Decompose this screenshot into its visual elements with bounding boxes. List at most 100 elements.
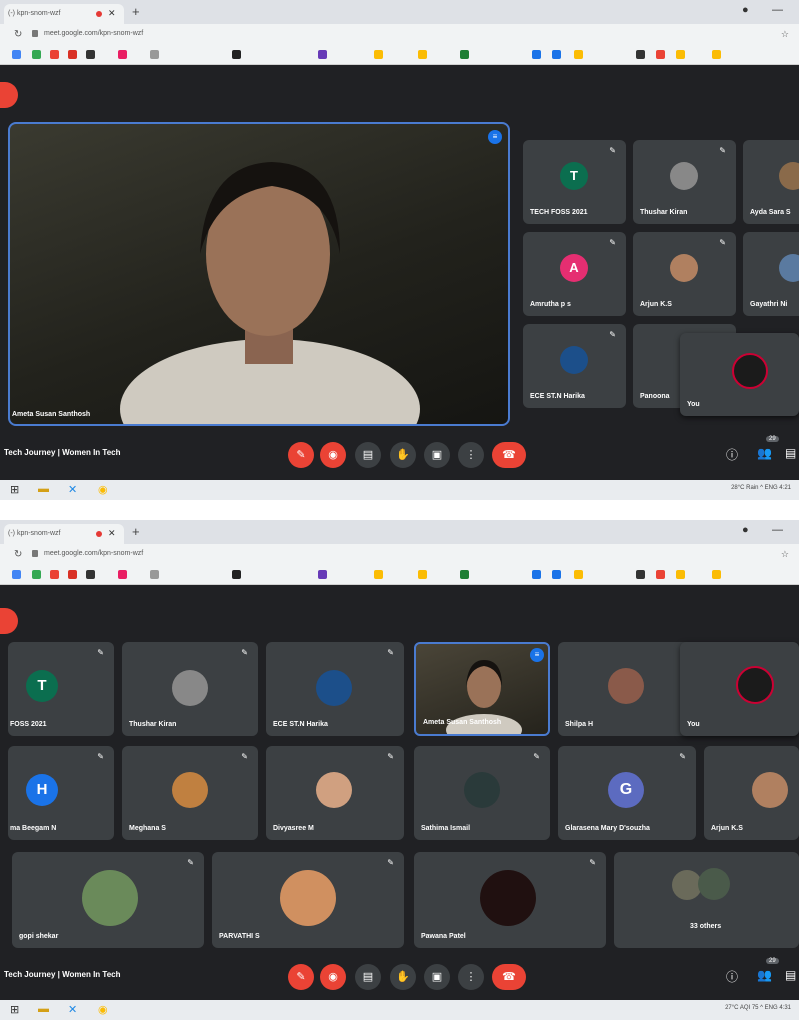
star-icon[interactable]: ☆: [781, 29, 789, 40]
present-button[interactable]: ▣: [424, 442, 450, 468]
bookmark-icon[interactable]: [532, 50, 541, 59]
people-icon[interactable]: 👥: [757, 968, 772, 982]
vscode-icon[interactable]: ✕: [68, 1003, 77, 1016]
participant-tile[interactable]: Ayda Sara S: [743, 140, 799, 224]
start-icon[interactable]: ⊞: [10, 483, 19, 496]
bookmark-icon[interactable]: [574, 50, 583, 59]
bookmark-icon[interactable]: [68, 570, 77, 579]
bookmark-icon[interactable]: [656, 50, 665, 59]
file-explorer-icon[interactable]: ▬: [38, 1003, 49, 1015]
browser-tab[interactable]: (-) kpn-snom-wzf ✕: [4, 524, 124, 544]
participant-tile[interactable]: ✎ Thushar Kiran: [633, 140, 736, 224]
participant-tile[interactable]: ✎ T TECH FOSS 2021: [523, 140, 626, 224]
participant-tile[interactable]: ✎ gopi shekar: [12, 852, 204, 948]
recording-badge[interactable]: [0, 82, 18, 108]
bookmark-icon[interactable]: [418, 570, 427, 579]
captions-button[interactable]: ▤: [355, 442, 381, 468]
participant-tile[interactable]: Shilpa H: [558, 642, 694, 736]
bookmark-icon[interactable]: [656, 570, 665, 579]
camera-toggle-button[interactable]: ◉: [320, 964, 346, 990]
chrome-icon[interactable]: ◉: [98, 1003, 108, 1016]
star-icon[interactable]: ☆: [781, 549, 789, 560]
bookmark-icon[interactable]: [712, 50, 721, 59]
profile-icon[interactable]: ●: [742, 524, 749, 536]
bookmark-icon[interactable]: [636, 570, 645, 579]
self-view-tile[interactable]: You: [680, 333, 799, 416]
url-text[interactable]: meet.google.com/kpn-snom-wzf: [44, 550, 143, 557]
raise-hand-button[interactable]: ✋: [390, 442, 416, 468]
mic-toggle-button[interactable]: ✎: [288, 442, 314, 468]
participant-tile[interactable]: Arjun K.S: [704, 746, 799, 840]
participant-tile[interactable]: ✎ Pawana Patel: [414, 852, 606, 948]
start-icon[interactable]: ⊞: [10, 1003, 19, 1016]
address-bar[interactable]: ↻ meet.google.com/kpn-snom-wzf ☆: [0, 24, 799, 46]
participant-tile[interactable]: ✎ Sathima Ismail: [414, 746, 550, 840]
minimize-icon[interactable]: —: [772, 4, 783, 16]
camera-toggle-button[interactable]: ◉: [320, 442, 346, 468]
bookmark-icon[interactable]: [676, 570, 685, 579]
bookmark-icon[interactable]: [118, 570, 127, 579]
bookmark-icon[interactable]: [460, 570, 469, 579]
bookmark-icon[interactable]: [12, 570, 21, 579]
file-explorer-icon[interactable]: ▬: [38, 483, 49, 495]
bookmark-icon[interactable]: [374, 570, 383, 579]
participant-tile[interactable]: ✎ Arjun K.S: [633, 232, 736, 316]
bookmark-icon[interactable]: [712, 570, 721, 579]
chat-icon[interactable]: ▤: [785, 968, 796, 982]
bookmark-icon[interactable]: [374, 50, 383, 59]
mic-toggle-button[interactable]: ✎: [288, 964, 314, 990]
chrome-icon[interactable]: ◉: [98, 483, 108, 496]
participant-tile[interactable]: ✎ PARVATHI S: [212, 852, 404, 948]
chat-icon[interactable]: ▤: [785, 446, 796, 460]
bookmark-icon[interactable]: [86, 50, 95, 59]
present-button[interactable]: ▣: [424, 964, 450, 990]
others-tile[interactable]: 33 others: [614, 852, 799, 948]
bookmark-icon[interactable]: [32, 50, 41, 59]
bookmark-icon[interactable]: [532, 570, 541, 579]
info-icon[interactable]: ⓘ: [726, 968, 738, 985]
more-options-button[interactable]: ⋮: [458, 964, 484, 990]
leave-call-button[interactable]: ☎: [492, 442, 526, 468]
participant-tile[interactable]: ✎ Meghana S: [122, 746, 258, 840]
participant-tile[interactable]: ✎ ECE ST.N Harika: [266, 642, 404, 736]
bookmark-icon[interactable]: [552, 570, 561, 579]
bookmark-icon[interactable]: [232, 570, 241, 579]
bookmark-icon[interactable]: [150, 50, 159, 59]
bookmark-icon[interactable]: [50, 570, 59, 579]
bookmark-icon[interactable]: [636, 50, 645, 59]
bookmark-icon[interactable]: [460, 50, 469, 59]
reload-icon[interactable]: ↻: [14, 549, 22, 560]
participant-tile[interactable]: ✎ ECE ST.N Harika: [523, 324, 626, 408]
new-tab-icon[interactable]: +: [132, 524, 140, 539]
bookmark-icon[interactable]: [68, 50, 77, 59]
participant-tile[interactable]: ✎ A Amrutha p s: [523, 232, 626, 316]
bookmark-icon[interactable]: [318, 570, 327, 579]
participant-tile[interactable]: Gayathri Ni: [743, 232, 799, 316]
browser-tab[interactable]: (-) kpn-snom-wzf ✕: [4, 4, 124, 24]
bookmark-icon[interactable]: [12, 50, 21, 59]
close-tab-icon[interactable]: ✕: [108, 8, 116, 19]
url-text[interactable]: meet.google.com/kpn-snom-wzf: [44, 30, 143, 37]
recording-badge[interactable]: [0, 608, 18, 634]
bookmark-icon[interactable]: [676, 50, 685, 59]
raise-hand-button[interactable]: ✋: [390, 964, 416, 990]
bookmark-icon[interactable]: [552, 50, 561, 59]
bookmark-icon[interactable]: [232, 50, 241, 59]
bookmark-icon[interactable]: [118, 50, 127, 59]
reload-icon[interactable]: ↻: [14, 29, 22, 40]
leave-call-button[interactable]: ☎: [492, 964, 526, 990]
info-icon[interactable]: ⓘ: [726, 446, 738, 463]
bookmark-icon[interactable]: [574, 570, 583, 579]
new-tab-icon[interactable]: +: [132, 4, 140, 19]
bookmark-icon[interactable]: [318, 50, 327, 59]
people-icon[interactable]: 👥: [757, 446, 772, 460]
bookmark-icon[interactable]: [32, 570, 41, 579]
active-speaker-tile[interactable]: ≡ Ameta Susan Santhosh: [414, 642, 550, 736]
captions-button[interactable]: ▤: [355, 964, 381, 990]
participant-tile[interactable]: ✎ Divyasree M: [266, 746, 404, 840]
bookmark-icon[interactable]: [86, 570, 95, 579]
participant-tile[interactable]: ✎ T FOSS 2021: [8, 642, 114, 736]
bookmark-icon[interactable]: [150, 570, 159, 579]
close-tab-icon[interactable]: ✕: [108, 528, 116, 539]
participant-tile[interactable]: ✎ Thushar Kiran: [122, 642, 258, 736]
